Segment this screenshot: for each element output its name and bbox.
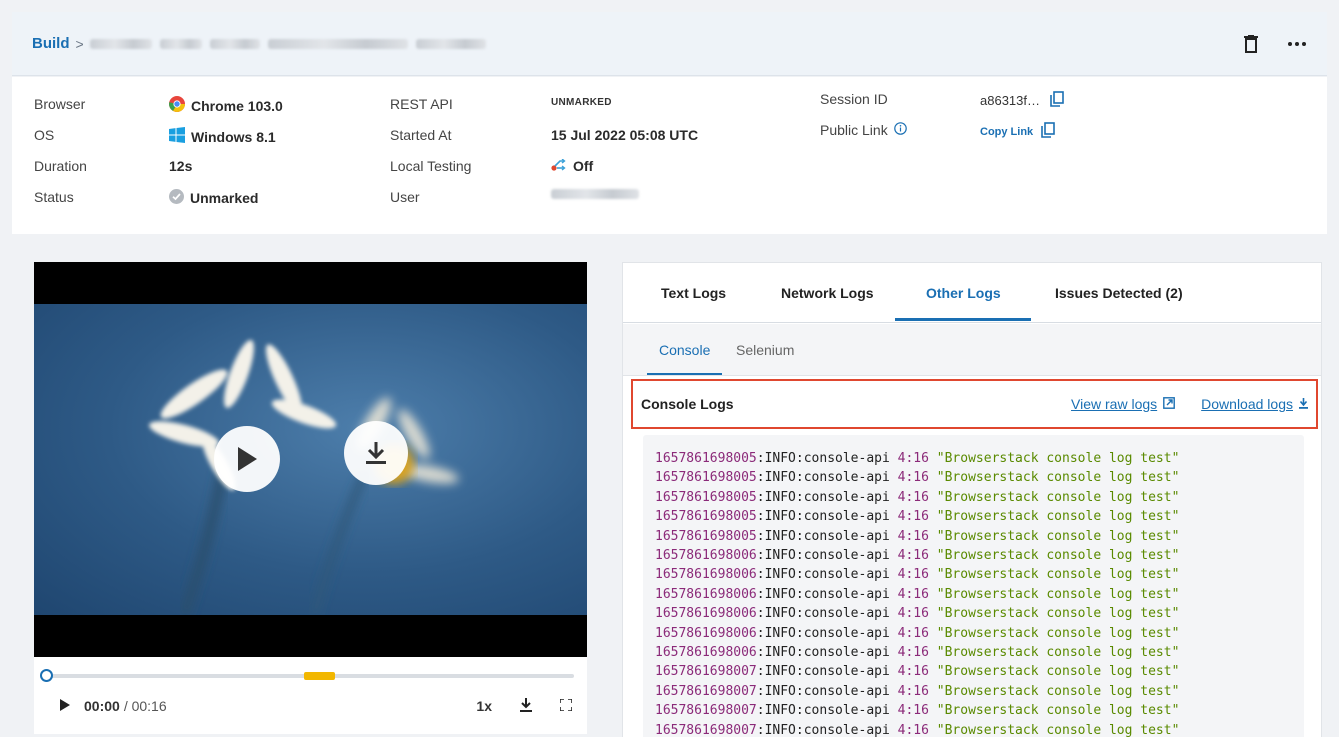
rest-api-value: UNMARKED [551, 97, 612, 108]
video-scrubber-handle[interactable] [40, 669, 53, 682]
view-raw-logs-link[interactable]: View raw logs [1071, 396, 1176, 412]
active-tab-indicator [895, 318, 1031, 321]
copy-link-action[interactable]: Copy Link [980, 122, 1055, 141]
console-logs-header: Console Logs View raw logs Download logs [631, 379, 1318, 429]
user-label: User [390, 189, 420, 205]
daisy-image [149, 340, 459, 615]
build-header: Build > [12, 12, 1327, 76]
play-icon [238, 447, 257, 471]
breadcrumb-build-link[interactable]: Build [32, 35, 70, 52]
build-name-redacted [89, 38, 486, 49]
tab-network-logs[interactable]: Network Logs [781, 263, 874, 323]
console-log-line: 1657861698006:INFO:console-api 4:16 "Bro… [655, 586, 1180, 602]
check-circle-icon [169, 189, 184, 207]
video-progress-bar[interactable] [40, 669, 574, 682]
download-logs-icon [1299, 396, 1308, 412]
logs-panel: Text Logs Network Logs Other Logs Issues… [622, 262, 1322, 737]
info-icon[interactable] [893, 122, 907, 138]
tab-text-logs[interactable]: Text Logs [661, 263, 726, 323]
copy-link-icon[interactable] [1041, 122, 1055, 141]
browser-label: Browser [34, 96, 86, 112]
started-at-value: 15 Jul 2022 05:08 UTC [551, 127, 699, 143]
active-subtab-indicator [647, 373, 722, 375]
play-button[interactable] [214, 426, 280, 492]
rest-api-label: REST API [390, 96, 453, 112]
chrome-icon [169, 96, 185, 115]
download-video-button[interactable] [344, 421, 408, 485]
subtab-console[interactable]: Console [659, 324, 710, 376]
started-at-label: Started At [390, 127, 452, 143]
local-testing-label: Local Testing [390, 158, 472, 174]
console-log-line: 1657861698006:INFO:console-api 4:16 "Bro… [655, 625, 1180, 641]
tab-other-logs[interactable]: Other Logs [926, 263, 1001, 323]
console-log-line: 1657861698007:INFO:console-api 4:16 "Bro… [655, 703, 1180, 719]
total-time: / 00:16 [123, 698, 167, 714]
duration-value: 12s [169, 158, 193, 174]
play-small-icon[interactable] [60, 698, 70, 714]
copy-icon[interactable] [1050, 91, 1064, 110]
user-value-redacted [551, 189, 639, 199]
download-small-icon[interactable] [520, 697, 532, 715]
session-video-player: 00:00 / 00:16 1x [34, 262, 587, 734]
browser-value: Chrome 103.0 [169, 96, 283, 115]
duration-label: Duration [34, 158, 87, 174]
logs-subtabs: Console Selenium [623, 324, 1321, 376]
console-log-output[interactable]: 1657861698005:INFO:console-api 4:16 "Bro… [643, 435, 1304, 737]
console-log-line: 1657861698005:INFO:console-api 4:16 "Bro… [655, 451, 1180, 466]
more-horizontal-icon[interactable] [1287, 34, 1307, 54]
console-log-line: 1657861698005:INFO:console-api 4:16 "Bro… [655, 509, 1180, 525]
fullscreen-icon[interactable] [559, 698, 573, 714]
os-label: OS [34, 127, 55, 143]
console-logs-title: Console Logs [641, 396, 734, 412]
console-log-line: 1657861698007:INFO:console-api 4:16 "Bro… [655, 664, 1180, 680]
console-log-line: 1657861698005:INFO:console-api 4:16 "Bro… [655, 489, 1180, 505]
public-link-label: Public Link [820, 122, 907, 138]
console-log-line: 1657861698007:INFO:console-api 4:16 "Bro… [655, 722, 1180, 737]
windows-icon [169, 127, 185, 146]
logs-tabs: Text Logs Network Logs Other Logs Issues… [623, 263, 1321, 323]
console-log-line: 1657861698006:INFO:console-api 4:16 "Bro… [655, 567, 1180, 583]
os-value: Windows 8.1 [169, 127, 276, 146]
breadcrumb-separator: > [75, 35, 84, 52]
video-buffered-segment [303, 672, 336, 680]
console-log-line: 1657861698005:INFO:console-api 4:16 "Bro… [655, 470, 1180, 486]
status-label: Status [34, 189, 74, 205]
external-link-icon [1163, 396, 1176, 412]
session-id-value: a86313f… [980, 91, 1064, 110]
console-log-line: 1657861698006:INFO:console-api 4:16 "Bro… [655, 645, 1180, 661]
local-testing-icon [551, 158, 567, 174]
status-value: Unmarked [169, 189, 258, 207]
video-controls: 00:00 / 00:16 1x [60, 696, 573, 716]
session-info-panel: Browser Chrome 103.0 REST API UNMARKED S… [12, 77, 1327, 234]
trash-icon[interactable] [1241, 34, 1261, 54]
download-icon [366, 442, 386, 464]
local-testing-value: Off [551, 158, 593, 174]
console-log-line: 1657861698006:INFO:console-api 4:16 "Bro… [655, 548, 1180, 564]
tab-issues-detected[interactable]: Issues Detected (2) [1055, 263, 1183, 323]
download-logs-link[interactable]: Download logs [1201, 396, 1308, 412]
console-log-line: 1657861698005:INFO:console-api 4:16 "Bro… [655, 528, 1180, 544]
console-log-line: 1657861698006:INFO:console-api 4:16 "Bro… [655, 606, 1180, 622]
playback-speed-button[interactable]: 1x [476, 698, 492, 714]
console-log-line: 1657861698007:INFO:console-api 4:16 "Bro… [655, 683, 1180, 699]
video-frame[interactable] [34, 304, 587, 615]
current-time: 00:00 [84, 698, 120, 714]
session-id-label: Session ID [820, 91, 888, 107]
subtab-selenium[interactable]: Selenium [736, 324, 794, 376]
